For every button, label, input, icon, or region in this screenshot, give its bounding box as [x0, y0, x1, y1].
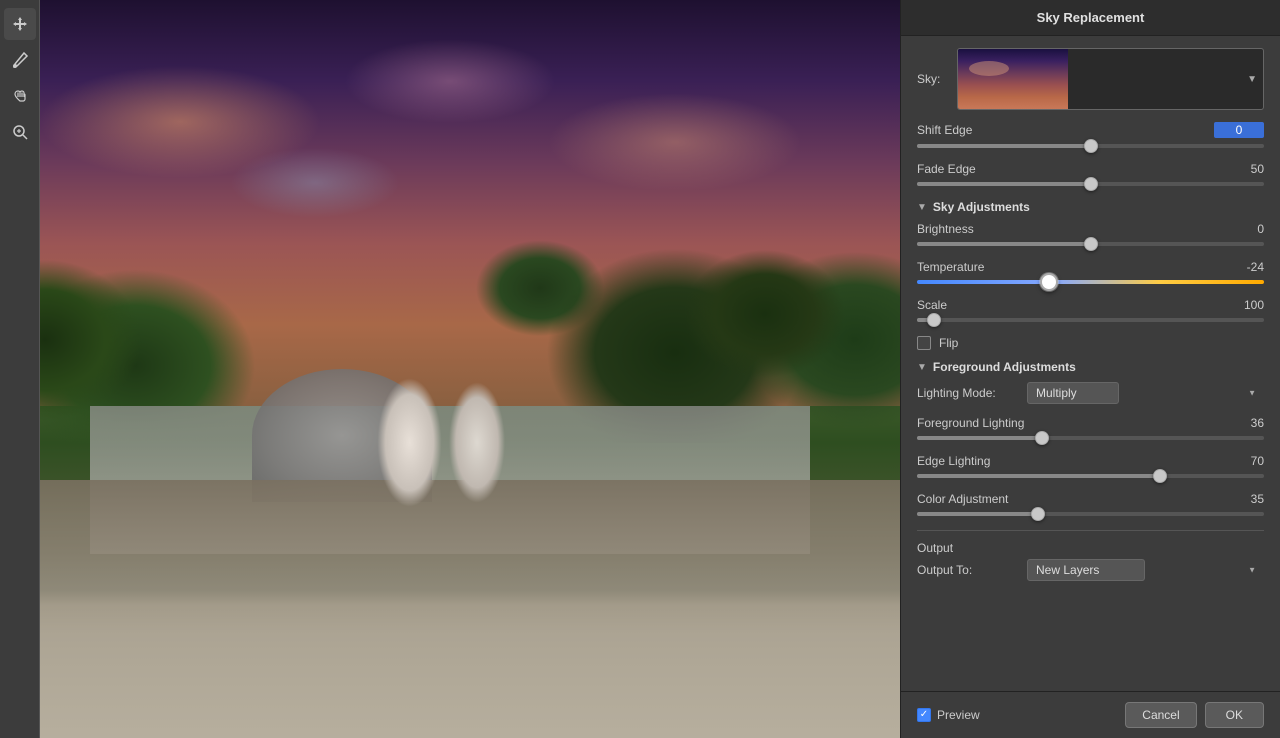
- brightness-value[interactable]: 0: [1224, 222, 1264, 236]
- fade-edge-fill: [917, 182, 1091, 186]
- brightness-track[interactable]: [917, 242, 1264, 246]
- sky-thumbnail-preview: [958, 49, 1068, 109]
- flip-checkbox[interactable]: [917, 336, 931, 350]
- shift-edge-value[interactable]: 0: [1214, 122, 1264, 138]
- foreground-lighting-fill: [917, 436, 1042, 440]
- edge-lighting-thumb[interactable]: [1153, 469, 1167, 483]
- preview-checkmark-icon: ✓: [920, 710, 928, 720]
- toolbar: [0, 0, 40, 738]
- output-to-dropdown-wrapper: New Layers Duplicate Layer Current Layer: [1027, 559, 1264, 581]
- ok-button[interactable]: OK: [1205, 702, 1264, 728]
- canvas-area: [0, 0, 900, 738]
- flip-label: Flip: [939, 336, 958, 350]
- output-section: Output Output To: New Layers Duplicate L…: [917, 530, 1264, 581]
- hand-tool-button[interactable]: [4, 80, 36, 112]
- temperature-thumb[interactable]: [1040, 273, 1058, 291]
- sky-selector-dropdown[interactable]: ▼: [957, 48, 1264, 110]
- foreground-lighting-value[interactable]: 36: [1224, 416, 1264, 430]
- foreground-lighting-label: Foreground Lighting: [917, 416, 1024, 430]
- edge-lighting-value[interactable]: 70: [1224, 454, 1264, 468]
- foreground-lighting-track[interactable]: [917, 436, 1264, 440]
- panel-title: Sky Replacement: [901, 0, 1280, 36]
- lighting-mode-dropdown-wrapper: Multiply Screen Luminosity: [1027, 382, 1264, 404]
- temperature-slider-row: Temperature -24: [917, 260, 1264, 284]
- preview-label: Preview: [937, 708, 980, 722]
- color-adjustment-fill: [917, 512, 1038, 516]
- foreground-adjustments-header[interactable]: ▼ Foreground Adjustments: [917, 360, 1264, 374]
- lighting-mode-label: Lighting Mode:: [917, 386, 1017, 400]
- color-adjustment-track[interactable]: [917, 512, 1264, 516]
- temperature-label: Temperature: [917, 260, 984, 274]
- preview-row: ✓ Preview: [917, 708, 980, 722]
- temperature-track[interactable]: [917, 280, 1264, 284]
- scale-thumb[interactable]: [927, 313, 941, 327]
- shift-edge-label: Shift Edge: [917, 123, 972, 137]
- shift-edge-fill: [917, 144, 1091, 148]
- brightness-thumb[interactable]: [1084, 237, 1098, 251]
- fade-edge-slider-row: Fade Edge 50: [917, 162, 1264, 186]
- brightness-label: Brightness: [917, 222, 974, 236]
- foreground-lighting-thumb[interactable]: [1035, 431, 1049, 445]
- scale-value[interactable]: 100: [1224, 298, 1264, 312]
- sky-adjustments-arrow-icon: ▼: [917, 202, 927, 213]
- temperature-value[interactable]: -24: [1224, 260, 1264, 274]
- edge-lighting-track[interactable]: [917, 474, 1264, 478]
- panel-footer: ✓ Preview Cancel OK: [901, 691, 1280, 738]
- lighting-mode-select[interactable]: Multiply Screen Luminosity: [1027, 382, 1119, 404]
- edge-lighting-slider-row: Edge Lighting 70: [917, 454, 1264, 478]
- edge-lighting-label: Edge Lighting: [917, 454, 990, 468]
- scale-track[interactable]: [917, 318, 1264, 322]
- shift-edge-slider-row: Shift Edge 0: [917, 122, 1264, 148]
- cancel-button[interactable]: Cancel: [1125, 702, 1196, 728]
- foreground-adjustments-label: Foreground Adjustments: [933, 360, 1076, 374]
- sky-selector-row: Sky: ▼: [917, 48, 1264, 110]
- fade-edge-thumb[interactable]: [1084, 177, 1098, 191]
- color-adjustment-slider-row: Color Adjustment 35: [917, 492, 1264, 516]
- foreground-lighting-slider-row: Foreground Lighting 36: [917, 416, 1264, 440]
- lighting-mode-row: Lighting Mode: Multiply Screen Luminosit…: [917, 382, 1264, 404]
- output-label: Output: [917, 541, 953, 555]
- fade-edge-track[interactable]: [917, 182, 1264, 186]
- sky-adjustments-header[interactable]: ▼ Sky Adjustments: [917, 200, 1264, 214]
- foreground-adjustments-arrow-icon: ▼: [917, 362, 927, 373]
- output-to-row: Output To: New Layers Duplicate Layer Cu…: [917, 559, 1264, 581]
- preview-checkbox[interactable]: ✓: [917, 708, 931, 722]
- panel-body: Sky: ▼ Shift Edge 0 Fade Edge 50: [901, 36, 1280, 691]
- output-row: Output: [917, 541, 1264, 555]
- edge-lighting-fill: [917, 474, 1160, 478]
- move-tool-button[interactable]: [4, 8, 36, 40]
- sky-field-label: Sky:: [917, 72, 947, 86]
- fade-edge-label: Fade Edge: [917, 162, 976, 176]
- right-panel: Sky Replacement Sky: ▼ Shift Edge 0 Fad: [900, 0, 1280, 738]
- fade-edge-value[interactable]: 50: [1224, 162, 1264, 176]
- output-to-label: Output To:: [917, 563, 1017, 577]
- color-adjustment-value[interactable]: 35: [1224, 492, 1264, 506]
- shift-edge-thumb[interactable]: [1084, 139, 1098, 153]
- scale-slider-row: Scale 100: [917, 298, 1264, 322]
- zoom-tool-button[interactable]: [4, 116, 36, 148]
- brightness-slider-row: Brightness 0: [917, 222, 1264, 246]
- output-to-select[interactable]: New Layers Duplicate Layer Current Layer: [1027, 559, 1145, 581]
- shift-edge-track[interactable]: [917, 144, 1264, 148]
- flip-checkbox-row: Flip: [917, 336, 1264, 350]
- brush-tool-button[interactable]: [4, 44, 36, 76]
- scale-label: Scale: [917, 298, 947, 312]
- color-adjustment-label: Color Adjustment: [917, 492, 1008, 506]
- sky-dropdown-arrow-icon: ▼: [1247, 74, 1257, 85]
- brightness-fill: [917, 242, 1091, 246]
- sky-adjustments-label: Sky Adjustments: [933, 200, 1030, 214]
- canvas-image: [0, 0, 900, 738]
- color-adjustment-thumb[interactable]: [1031, 507, 1045, 521]
- statues-overlay: [315, 295, 585, 590]
